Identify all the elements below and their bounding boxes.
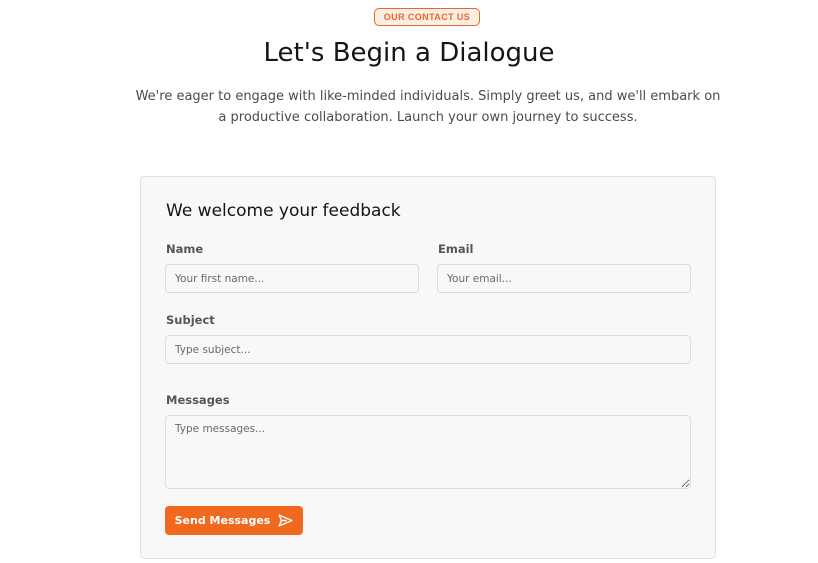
form-title: We welcome your feedback xyxy=(166,201,401,221)
send-button-label: Send Messages xyxy=(174,514,271,527)
email-label: Email xyxy=(438,242,474,256)
page-subtitle: We're eager to engage with like-minded i… xyxy=(135,89,721,125)
send-messages-button[interactable]: Send Messages xyxy=(165,506,303,535)
contact-page: OUR CONTACT US Let's Begin a Dialogue We… xyxy=(0,0,818,563)
subject-field[interactable] xyxy=(165,335,691,364)
subject-label: Subject xyxy=(166,313,215,327)
messages-label: Messages xyxy=(166,393,230,407)
messages-field[interactable] xyxy=(165,415,691,489)
name-field[interactable] xyxy=(165,264,419,293)
page-title: Let's Begin a Dialogue xyxy=(263,38,555,68)
email-field[interactable] xyxy=(437,264,691,293)
feedback-form-card: We welcome your feedback Name Email Subj… xyxy=(140,176,716,559)
name-label: Name xyxy=(166,242,204,256)
send-icon xyxy=(278,514,293,527)
section-badge: OUR CONTACT US xyxy=(374,8,480,26)
